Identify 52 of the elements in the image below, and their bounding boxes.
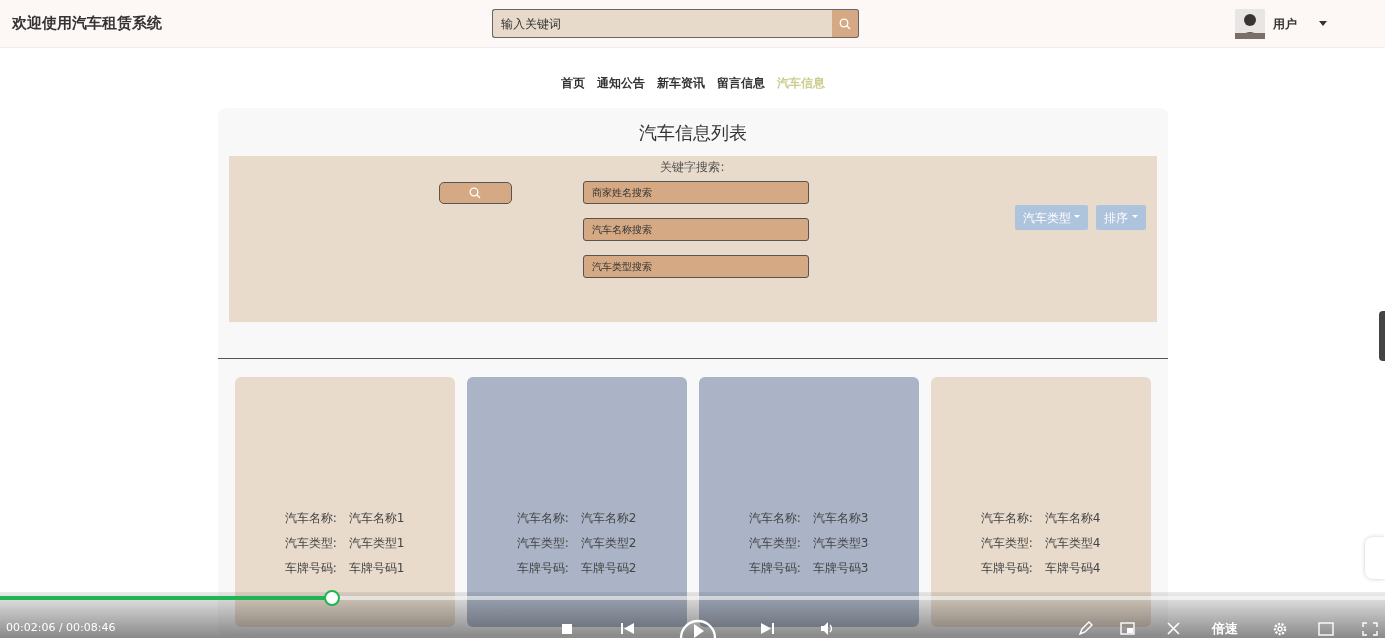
field-label: 汽车类型: xyxy=(748,535,801,552)
search-input[interactable]: 商家姓名搜索 xyxy=(582,181,809,204)
previous-icon[interactable] xyxy=(620,620,636,636)
field-value: 汽车类型2 xyxy=(580,535,637,552)
settings-icon[interactable] xyxy=(1272,620,1288,636)
field-value: 车牌号码3 xyxy=(812,560,869,577)
time-display: 00:02:06 / 00:08:46 xyxy=(6,619,116,636)
nav-link[interactable]: 首页 xyxy=(554,74,591,92)
field-value: 车牌号码1 xyxy=(348,560,405,577)
nav-link[interactable]: 通知公告 xyxy=(590,74,651,92)
search-input[interactable]: 汽车类型搜索 xyxy=(582,255,809,278)
car-card[interactable]: 汽车名称: 汽车名称4 汽车类型: 汽车类型4 车牌号码: 车牌号码4 xyxy=(930,377,1151,627)
field-value: 汽车名称1 xyxy=(348,510,405,527)
field-value: 车牌号码2 xyxy=(580,560,637,577)
picture-in-picture-icon[interactable] xyxy=(1120,620,1136,636)
field-label: 车牌号码: xyxy=(748,560,801,577)
field-label: 车牌号码: xyxy=(516,560,569,577)
nav-link[interactable]: 新车资讯 xyxy=(650,74,711,92)
field-value: 汽车名称4 xyxy=(1044,510,1101,527)
close-icon[interactable] xyxy=(1166,620,1182,636)
car-card[interactable]: 汽车名称: 汽车名称2 汽车类型: 汽车类型2 车牌号码: 车牌号码2 xyxy=(466,377,687,627)
field-label: 汽车名称: xyxy=(980,510,1033,527)
field-value: 车牌号码4 xyxy=(1044,560,1101,577)
field-label: 车牌号码: xyxy=(284,560,337,577)
field-label: 汽车类型: xyxy=(284,535,337,552)
search-input[interactable]: 汽车名称搜索 xyxy=(582,218,809,241)
field-value: 汽车类型1 xyxy=(348,535,405,552)
field-label: 车牌号码: xyxy=(980,560,1033,577)
pen-icon[interactable] xyxy=(1078,620,1094,636)
user-name[interactable]: 用户 xyxy=(1273,14,1297,33)
field-value: 汽车名称2 xyxy=(580,510,637,527)
window-icon[interactable] xyxy=(1318,620,1334,636)
field-value: 汽车名称3 xyxy=(812,510,869,527)
side-tab[interactable] xyxy=(1379,311,1385,361)
list-title: 汽车信息列表 xyxy=(637,121,748,145)
search-label: 关键字搜索: xyxy=(659,159,726,176)
fullscreen-icon[interactable] xyxy=(1362,620,1378,636)
car-card[interactable]: 汽车名称: 汽车名称1 汽车类型: 汽车类型1 车牌号码: 车牌号码1 xyxy=(234,377,455,627)
field-label: 汽车名称: xyxy=(516,510,569,527)
field-label: 汽车类型: xyxy=(980,535,1033,552)
field-value: 汽车类型3 xyxy=(812,535,869,552)
field-value: 汽车类型4 xyxy=(1044,535,1101,552)
caret-icon[interactable] xyxy=(1319,21,1327,26)
search-icon xyxy=(469,187,481,199)
field-label: 汽车名称: xyxy=(748,510,801,527)
field-label: 汽车类型: xyxy=(516,535,569,552)
next-icon[interactable] xyxy=(760,620,776,636)
search-button[interactable] xyxy=(438,182,512,204)
car-card[interactable]: 汽车名称: 汽车名称3 汽车类型: 汽车类型3 车牌号码: 车牌号码3 xyxy=(698,377,919,627)
nav-link[interactable]: 留言信息 xyxy=(710,74,771,92)
site-title: 欢迎使用汽车租赁系统 xyxy=(12,13,163,35)
field-label: 汽车名称: xyxy=(284,510,337,527)
